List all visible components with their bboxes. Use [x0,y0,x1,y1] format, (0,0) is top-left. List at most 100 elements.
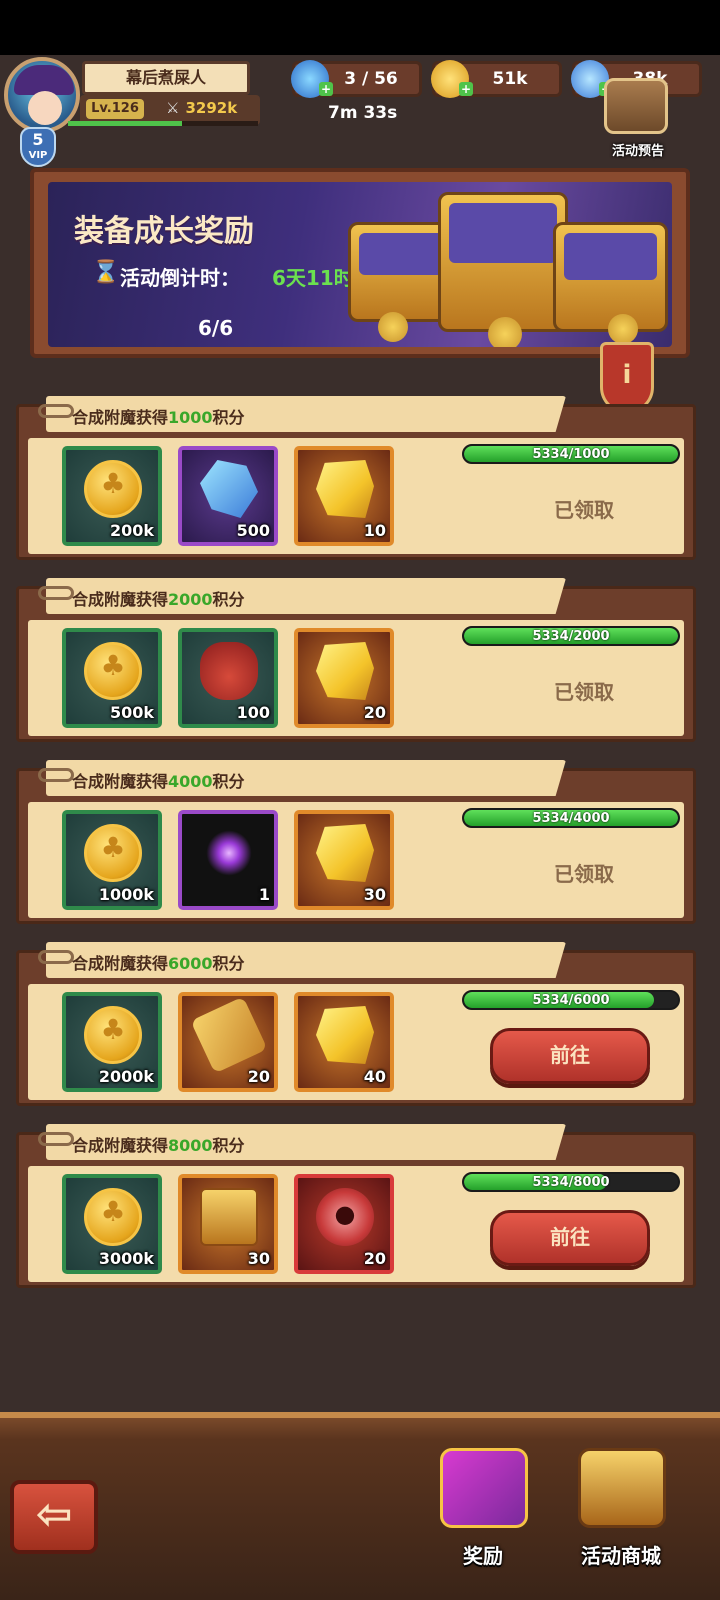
countdown-label: 活动倒计时： [120,266,240,290]
banner-art: 装备成长奖励 ⌛ 活动倒计时： 6天11时43分 6/6 [48,182,672,347]
event-preview-label: 活动预告 [611,144,664,159]
reward-count: 20 [247,1067,270,1086]
task-progress-bar: 5334/8000 [462,1172,680,1192]
add-gold-icon[interactable]: + [459,82,473,96]
rope-icon [38,950,74,964]
gold-coin-icon [84,460,142,518]
event-shop-tab[interactable]: 活动商城 [556,1440,686,1570]
reward-item[interactable]: 10 [294,446,394,546]
task-card: 合成附魔获得6000积分 2000k 20 40 5334/6000 前往 [16,942,696,1110]
treasure-chest-art [438,192,568,332]
go-button[interactable]: 前往 [490,1028,650,1084]
treasure-chest-art [553,222,668,332]
status-bar [0,0,720,55]
gold-value: 51k [492,69,528,89]
rope-icon [38,768,74,782]
reward-item[interactable]: 3000k [62,1174,162,1274]
reward-item[interactable]: 500 [178,446,278,546]
reward-item[interactable]: 20 [294,628,394,728]
reward-item[interactable]: 40 [294,992,394,1092]
rewards-tab-label: 奖励 [463,1544,503,1568]
reward-count: 30 [247,1249,270,1268]
reward-count: 10 [363,521,386,540]
rope-icon [38,1132,74,1146]
task-progress-bar: 5334/6000 [462,990,680,1010]
lightning-staff-icon [200,824,258,882]
gold-coin-icon [84,824,142,882]
event-preview-button[interactable]: 活动预告 [594,78,694,159]
task-card: 合成附魔获得2000积分 500k 100 20 5334/2000 已领取 [16,578,696,746]
exp-bar [68,121,258,126]
red-bag-icon [200,642,258,700]
task-card: 合成附魔获得4000积分 1000k 1 30 5334/4000 已领取 [16,760,696,928]
vip-badge[interactable]: 5 VIP [20,127,56,167]
reward-count: 2000k [98,1067,154,1086]
event-title: 装备成长奖励 [74,214,254,249]
go-button[interactable]: 前往 [490,1210,650,1266]
task-title: 合成附魔获得1000积分 [72,408,245,427]
gold-ore-icon [316,460,374,518]
reward-item[interactable]: 500k [62,628,162,728]
progress-text: 5334/4000 [532,811,610,826]
event-progress: 6/6 [198,316,234,340]
exp-bar-fill [68,121,182,126]
progress-text: 5334/6000 [532,993,610,1008]
rewards-tab[interactable]: 奖励 [418,1440,548,1570]
reward-item[interactable]: 20 [294,1174,394,1274]
coin-pile-art [488,317,522,347]
vip-label: VIP [28,150,48,161]
reward-item[interactable]: 2000k [62,992,162,1092]
gift-box-icon [440,1448,528,1528]
task-title: 合成附魔获得6000积分 [72,954,245,973]
rope-icon [38,586,74,600]
reward-item[interactable]: 100 [178,628,278,728]
coin-pile-art [608,314,638,344]
task-title: 合成附魔获得8000积分 [72,1136,245,1155]
task-title: 合成附魔获得2000积分 [72,590,245,609]
reward-item[interactable]: 200k [62,446,162,546]
task-progress-bar: 5334/2000 [462,626,680,646]
vip-level: 5 [32,130,44,149]
progress-text: 5334/8000 [532,1175,610,1190]
gold-resource[interactable]: + 51k [431,60,562,98]
gold-coin-icon [84,642,142,700]
claimed-status: 已领取 [554,862,614,886]
reward-item[interactable]: 20 [178,992,278,1092]
combat-power: ⚔ 3292k [166,99,237,117]
gold-ore-icon [316,642,374,700]
avatar-face [28,91,62,125]
progress-text: 5334/2000 [532,629,610,644]
claimed-status: 已领取 [554,498,614,522]
reward-count: 1000k [98,885,154,904]
back-arrow-icon[interactable]: ⇦ [10,1480,98,1554]
energy-resource[interactable]: + 3 / 56 [291,60,422,98]
reward-count: 1 [258,885,270,904]
rope-icon [38,404,74,418]
coin-pile-art [378,312,408,342]
reward-item[interactable]: 30 [294,810,394,910]
gold-coin-icon [84,1006,142,1064]
event-banner: 装备成长奖励 ⌛ 活动倒计时： 6天11时43分 6/6 [30,168,690,358]
progress-text: 5334/1000 [532,447,610,462]
reward-item[interactable]: 30 [178,1174,278,1274]
reward-count: 40 [363,1067,386,1086]
gold-ore-icon [316,1006,374,1064]
treasure-chest-icon [200,1188,258,1246]
gold-ore-icon [316,824,374,882]
paw-token-icon [316,1188,374,1246]
task-progress-bar: 5334/1000 [462,444,680,464]
reward-count: 500k [109,703,154,722]
task-title: 合成附魔获得4000积分 [72,772,245,791]
task-progress-bar: 5334/4000 [462,808,680,828]
blue-crystal-icon [200,460,258,518]
player-name: 幕后煮屎人 [82,61,250,95]
combat-power-value: 3292k [185,99,238,117]
reward-item[interactable]: 1 [178,810,278,910]
gold-coin-icon [84,1188,142,1246]
claimed-status: 已领取 [554,680,614,704]
reward-item[interactable]: 1000k [62,810,162,910]
reward-count: 30 [363,885,386,904]
calendar-icon [604,78,668,134]
energy-timer: 7m 33s [328,103,398,123]
add-energy-icon[interactable]: + [319,82,333,96]
